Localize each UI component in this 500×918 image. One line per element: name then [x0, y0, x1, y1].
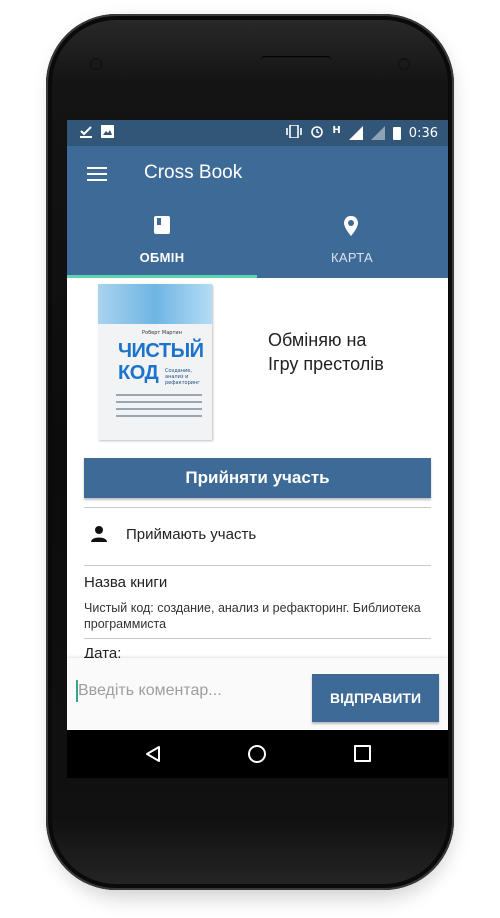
- person-icon: [90, 526, 108, 546]
- cover-text-lines: [116, 394, 202, 422]
- hamburger-icon[interactable]: [87, 167, 107, 181]
- book-name-value: Чистый код: создание, анализ и рефактори…: [84, 601, 421, 631]
- offer-line1: Обміняю на: [268, 330, 367, 350]
- app-screen: H 0:36 Cross Book ОБМІН КАРТА Роберт Мар…: [67, 120, 448, 730]
- divider: [84, 638, 431, 639]
- participants-label: Приймають участь: [126, 526, 257, 543]
- signal-empty-icon: [370, 126, 385, 140]
- divider: [84, 507, 431, 508]
- status-bar: H 0:36: [67, 120, 448, 146]
- cover-subtitle: Создание, анализ и рефакторинг: [165, 368, 200, 386]
- recents-icon[interactable]: [354, 745, 371, 762]
- app-title: Cross Book: [144, 162, 243, 183]
- divider: [84, 565, 431, 566]
- book-cover-image[interactable]: Роберт Мартин ЧИСТЫЙ КОД Создание, анали…: [98, 284, 212, 440]
- offer-text: Обміняю на Ігру престолів: [268, 328, 384, 376]
- participants-row[interactable]: Приймають участь: [84, 514, 431, 554]
- book-name-label: Назва книги: [84, 574, 168, 591]
- map-pin-icon: [343, 215, 359, 242]
- clock: 0:36: [408, 125, 438, 141]
- app-toolbar: Cross Book: [67, 146, 448, 202]
- sensor-icon: [90, 58, 102, 70]
- network-type-label: H: [332, 124, 341, 136]
- alarm-icon: [310, 124, 324, 142]
- tab-exchange[interactable]: ОБМІН: [67, 202, 257, 278]
- comment-bar: ВІДПРАВИТИ: [67, 658, 448, 730]
- cover-author: Роберт Мартин: [142, 330, 182, 336]
- cover-title-line2: КОД: [118, 362, 159, 384]
- exchange-details: Роберт Мартин ЧИСТЫЙ КОД Создание, анали…: [67, 278, 448, 662]
- cover-band: [98, 284, 212, 324]
- battery-icon: [392, 126, 401, 140]
- book-icon: [153, 215, 171, 240]
- send-button[interactable]: ВІДПРАВИТИ: [312, 674, 439, 722]
- download-done-icon: [79, 125, 93, 143]
- image-icon: [101, 125, 114, 143]
- earpiece-speaker: [261, 56, 331, 62]
- system-nav-bar: [67, 730, 448, 778]
- offer-line2: Ігру престолів: [268, 354, 384, 374]
- signal-icon: [348, 126, 363, 140]
- back-icon[interactable]: [145, 745, 161, 767]
- join-button[interactable]: Прийняти участь: [84, 458, 431, 498]
- tab-map-label: КАРТА: [330, 250, 373, 265]
- front-camera-icon: [398, 58, 410, 70]
- tab-map[interactable]: КАРТА: [257, 202, 447, 278]
- cover-title-line1: ЧИСТЫЙ: [118, 340, 204, 362]
- comment-input[interactable]: [78, 676, 308, 706]
- home-icon[interactable]: [248, 745, 266, 763]
- tab-exchange-label: ОБМІН: [139, 250, 185, 265]
- tab-bar: ОБМІН КАРТА: [67, 202, 448, 278]
- vibrate-icon: [286, 123, 303, 142]
